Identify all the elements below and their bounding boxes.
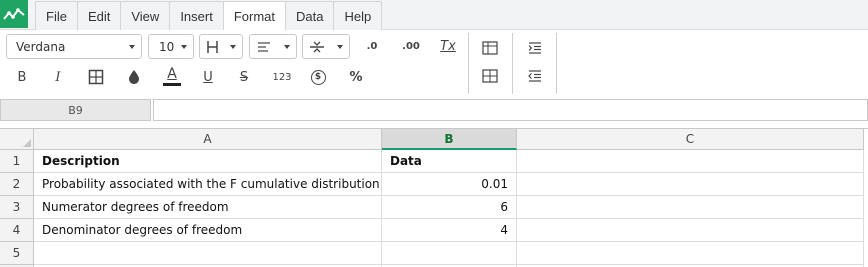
- cell-reference-box[interactable]: B9: [0, 99, 151, 121]
- cell-a5[interactable]: [34, 242, 382, 265]
- text-color-icon: A: [167, 66, 177, 82]
- toolbar-divider: [512, 33, 513, 94]
- column-header-b[interactable]: B: [382, 129, 517, 150]
- text-color-swatch: [163, 83, 181, 86]
- font-size-select[interactable]: 10: [148, 34, 194, 59]
- cell-a3[interactable]: Numerator degrees of freedom: [34, 196, 382, 219]
- cell-b2[interactable]: 0.01: [382, 173, 517, 196]
- column-header-a[interactable]: A: [34, 129, 382, 150]
- strikethrough-button[interactable]: S: [232, 66, 256, 88]
- increase-indent-icon[interactable]: [523, 37, 547, 59]
- menu-data[interactable]: Data: [285, 1, 335, 30]
- formula-input[interactable]: [153, 99, 868, 121]
- menu-bar: File Edit View Insert Format Data Help: [0, 0, 868, 31]
- cell-b3[interactable]: 6: [382, 196, 517, 219]
- increase-decimals-icon[interactable]: .00: [398, 35, 424, 57]
- row-header-5[interactable]: 5: [0, 242, 34, 265]
- chevron-down-icon: [284, 45, 290, 49]
- chevron-down-icon: [181, 45, 187, 49]
- menu-format[interactable]: Format: [222, 1, 286, 31]
- menu-view[interactable]: View: [120, 1, 171, 30]
- cell-align-icon: [207, 40, 218, 53]
- text-align-select[interactable]: [249, 34, 297, 59]
- column-header-c[interactable]: C: [517, 129, 864, 150]
- chevron-down-icon: [129, 45, 135, 49]
- number-format-button[interactable]: 123: [268, 66, 296, 88]
- cell-c2[interactable]: [517, 173, 864, 196]
- format-toolbar: Verdana 10 .0 .00 Tx B I A U S 123 $ %: [0, 30, 868, 96]
- select-all-corner[interactable]: [0, 129, 34, 150]
- row-header-4[interactable]: 4: [0, 219, 34, 242]
- row-header-2[interactable]: 2: [0, 173, 34, 196]
- menu-list: File Edit View Insert Format Data Help: [35, 1, 383, 31]
- menu-edit[interactable]: Edit: [76, 1, 122, 30]
- font-size-value: 10: [159, 39, 175, 54]
- menu-help[interactable]: Help: [333, 1, 383, 30]
- insert-table-icon[interactable]: [478, 37, 502, 59]
- underline-button[interactable]: U: [196, 66, 220, 88]
- app-logo-icon: [0, 0, 28, 28]
- toolbar-divider: [556, 33, 557, 94]
- menu-insert[interactable]: Insert: [169, 1, 224, 30]
- align-left-icon: [258, 41, 270, 52]
- currency-icon: $: [310, 69, 326, 85]
- row-header-3[interactable]: 3: [0, 196, 34, 219]
- font-family-value: Verdana: [16, 39, 66, 54]
- chevron-down-icon: [337, 45, 343, 49]
- formula-bar: B9: [0, 99, 868, 123]
- table-grid-icon[interactable]: [478, 65, 502, 87]
- text-color-button[interactable]: A: [160, 63, 184, 89]
- horizontal-align-select[interactable]: [199, 34, 243, 59]
- chevron-down-icon: [230, 45, 236, 49]
- toolbar-divider: [468, 33, 469, 94]
- currency-button[interactable]: $: [306, 66, 330, 88]
- fill-color-icon[interactable]: [122, 66, 146, 88]
- cell-c3[interactable]: [517, 196, 864, 219]
- vertical-align-select[interactable]: [302, 34, 350, 59]
- percent-button[interactable]: %: [344, 66, 368, 88]
- cell-c5[interactable]: [517, 242, 864, 265]
- bold-button[interactable]: B: [10, 66, 34, 88]
- font-family-select[interactable]: Verdana: [6, 34, 142, 59]
- decrease-indent-icon[interactable]: [523, 65, 547, 87]
- cell-a1[interactable]: Description: [34, 150, 382, 173]
- italic-button[interactable]: I: [46, 66, 70, 88]
- menu-file[interactable]: File: [35, 1, 78, 30]
- cell-b4[interactable]: 4: [382, 219, 517, 242]
- spreadsheet-grid: A B C 1 Description Data 2 Probability a…: [0, 128, 868, 267]
- cell-a2[interactable]: Probability associated with the F cumula…: [34, 173, 382, 196]
- borders-icon[interactable]: [84, 66, 108, 88]
- cell-c1[interactable]: [517, 150, 864, 173]
- cell-b1[interactable]: Data: [382, 150, 517, 173]
- vertical-align-icon: [310, 41, 324, 52]
- cell-b5[interactable]: [382, 242, 517, 265]
- decrease-decimals-icon[interactable]: .0: [360, 35, 384, 57]
- row-header-1[interactable]: 1: [0, 150, 34, 173]
- cell-c4[interactable]: [517, 219, 864, 242]
- clear-format-icon[interactable]: Tx: [436, 35, 460, 57]
- cell-a4[interactable]: Denominator degrees of freedom: [34, 219, 382, 242]
